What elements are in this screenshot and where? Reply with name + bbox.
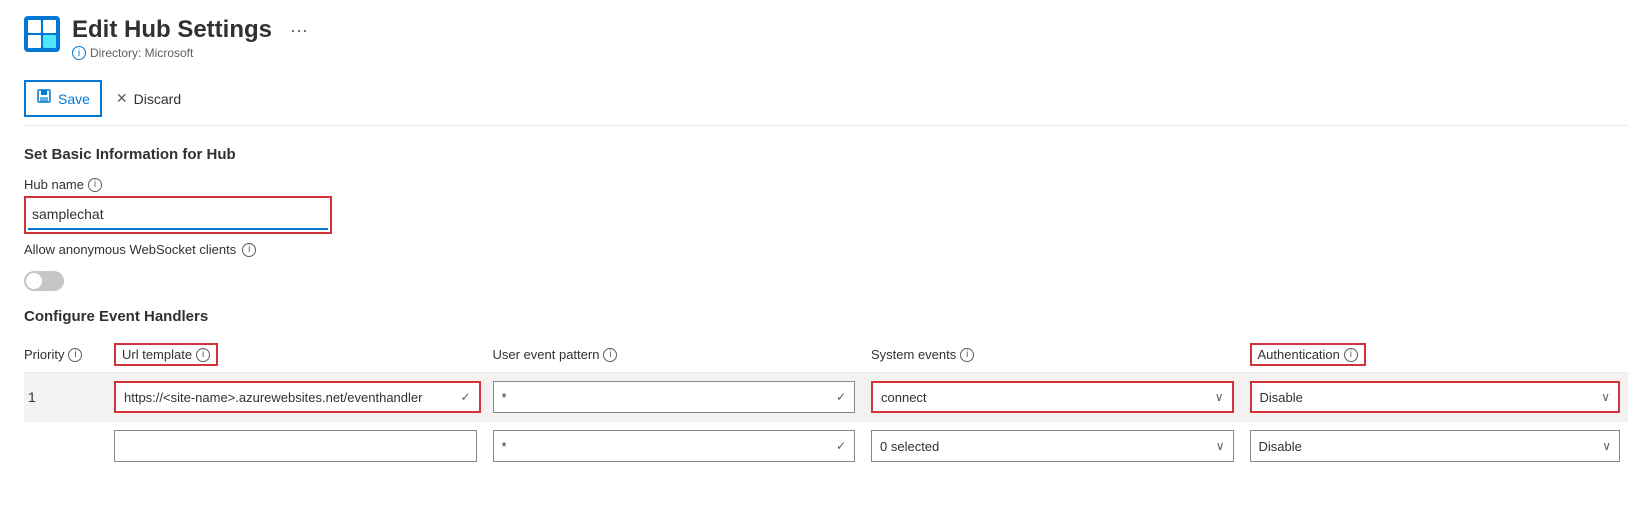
row1-user-event-cell: ✓: [493, 381, 872, 413]
row1-auth-wrap[interactable]: Disable ∨: [1250, 381, 1621, 413]
event-handlers-section: Configure Event Handlers Priority i Url …: [24, 308, 1628, 470]
table-row: 1 ✓ ✓ connect ∨ Disable ∨: [24, 373, 1628, 422]
event-handlers-title: Configure Event Handlers: [24, 308, 1628, 325]
row2-system-events-cell: 0 selected ∨: [871, 430, 1250, 462]
row1-system-events-wrap[interactable]: connect ∨: [871, 381, 1234, 413]
row2-user-event-input[interactable]: [494, 431, 828, 461]
row1-url-dropdown-icon[interactable]: ✓: [452, 390, 478, 404]
col-url-template: Url template i: [114, 343, 493, 366]
discard-label: Discard: [134, 91, 181, 107]
hub-name-input[interactable]: [28, 200, 328, 230]
page-header: Edit Hub Settings ··· i Directory: Micro…: [24, 16, 1628, 60]
col-user-event: User event pattern i: [493, 347, 872, 362]
row1-url-input[interactable]: [116, 383, 452, 411]
page-title: Edit Hub Settings: [72, 16, 272, 44]
row1-user-event-dropdown-icon[interactable]: ✓: [828, 390, 854, 404]
more-actions-button[interactable]: ···: [290, 20, 308, 41]
row2-user-event-arrow[interactable]: ✓: [828, 439, 854, 453]
row1-system-events-arrow[interactable]: ∨: [1207, 390, 1232, 404]
row2-system-events-value: 0 selected: [872, 439, 1208, 454]
row2-auth-wrap[interactable]: Disable ∨: [1250, 430, 1621, 462]
save-label: Save: [58, 91, 90, 107]
anon-info-icon[interactable]: i: [242, 243, 256, 257]
col-system-events: System events i: [871, 347, 1250, 362]
basic-info-title: Set Basic Information for Hub: [24, 146, 1628, 163]
row1-url-input-wrap: ✓: [114, 381, 481, 413]
row1-user-event-input[interactable]: [494, 382, 828, 412]
hub-name-label: Hub name i: [24, 177, 1628, 192]
col-authentication: Authentication i: [1250, 343, 1629, 366]
row2-system-events-wrap[interactable]: 0 selected ∨: [871, 430, 1234, 462]
system-events-info-icon[interactable]: i: [960, 348, 974, 362]
row2-url-input[interactable]: [115, 431, 476, 461]
priority-info-icon[interactable]: i: [68, 348, 82, 362]
row2-url-cell: [114, 430, 493, 462]
discard-button[interactable]: ✕ Discard: [106, 84, 191, 113]
row1-auth-arrow[interactable]: ∨: [1593, 390, 1618, 404]
row1-auth-value: Disable: [1252, 390, 1594, 405]
row2-user-event-wrap: ✓: [493, 430, 856, 462]
anon-toggle[interactable]: [24, 271, 64, 291]
row2-system-events-arrow[interactable]: ∨: [1208, 439, 1233, 453]
table-row: ✓ 0 selected ∨ Disable ∨: [24, 422, 1628, 470]
row2-auth-cell: Disable ∨: [1250, 430, 1629, 462]
hub-name-info-icon[interactable]: i: [88, 178, 102, 192]
row2-user-event-cell: ✓: [493, 430, 872, 462]
title-block: Edit Hub Settings ··· i Directory: Micro…: [72, 16, 308, 60]
anon-label: Allow anonymous WebSocket clients i: [24, 242, 1628, 257]
row1-priority: 1: [24, 389, 114, 405]
basic-info-section: Set Basic Information for Hub Hub name i…: [24, 146, 1628, 308]
info-icon-directory: i: [72, 46, 86, 60]
col-priority: Priority i: [24, 347, 114, 362]
directory-label: Directory: Microsoft: [90, 46, 193, 60]
toolbar: Save ✕ Discard: [24, 72, 1628, 126]
url-info-icon[interactable]: i: [196, 348, 210, 362]
discard-icon: ✕: [116, 90, 128, 107]
user-event-info-icon[interactable]: i: [603, 348, 617, 362]
row2-auth-value: Disable: [1251, 439, 1595, 454]
directory-info: i Directory: Microsoft: [72, 46, 308, 60]
table-header: Priority i Url template i User event pat…: [24, 337, 1628, 373]
row1-url-cell: ✓: [114, 381, 493, 413]
app-icon: [24, 16, 60, 52]
save-button[interactable]: Save: [24, 80, 102, 117]
row2-url-wrap: [114, 430, 477, 462]
row2-auth-arrow[interactable]: ∨: [1594, 439, 1619, 453]
row1-auth-cell: Disable ∨: [1250, 381, 1629, 413]
auth-info-icon[interactable]: i: [1344, 348, 1358, 362]
row1-system-events-cell: connect ∨: [871, 381, 1250, 413]
row1-system-events-value: connect: [873, 390, 1207, 405]
row1-user-event-wrap: ✓: [493, 381, 856, 413]
save-icon: [36, 88, 52, 109]
